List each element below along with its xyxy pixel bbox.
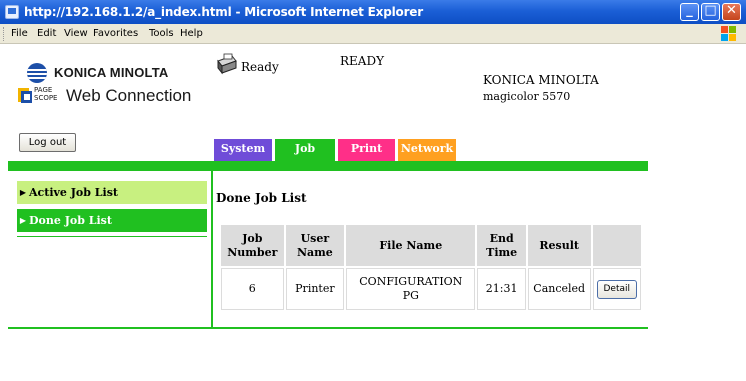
table-row: 6 Printer CONFIGURATION PG 21:31 Cancele… bbox=[221, 268, 641, 310]
cell-user-name: Printer bbox=[285, 268, 345, 310]
title-bar: http://192.168.1.2/a_index.html - Micros… bbox=[0, 0, 746, 24]
footer-divider bbox=[8, 327, 648, 329]
cell-result: Canceled bbox=[527, 268, 591, 310]
table-header-row: Job Number User Name File Name End Time … bbox=[221, 225, 641, 266]
header-text: User bbox=[300, 231, 330, 245]
done-job-table: Job Number User Name File Name End Time … bbox=[219, 223, 643, 312]
printer-status-message: READY bbox=[340, 54, 385, 68]
close-button[interactable]: ✕ bbox=[722, 3, 741, 21]
header-text: Time bbox=[486, 245, 518, 259]
menu-help[interactable]: Help bbox=[180, 28, 203, 39]
sidebar-item-active-job-list[interactable]: ▶ Active Job List bbox=[17, 181, 207, 204]
header-text: End bbox=[489, 231, 514, 245]
minimize-button[interactable]: _ bbox=[680, 3, 699, 21]
cell-detail: Detail bbox=[592, 268, 641, 310]
maximize-button[interactable]: □ bbox=[701, 3, 720, 21]
sidebar-item-label: Done Job List bbox=[29, 214, 112, 227]
sidebar-item-done-job-list[interactable]: ▶ Done Job List bbox=[17, 209, 207, 232]
tab-print[interactable]: Print bbox=[338, 139, 395, 161]
column-header-file-name: File Name bbox=[346, 225, 476, 266]
web-connection-title: Web Connection bbox=[66, 86, 192, 105]
header-text: Name bbox=[296, 245, 333, 259]
tab-system[interactable]: System bbox=[214, 139, 272, 161]
cell-file-name: CONFIGURATION PG bbox=[346, 268, 476, 310]
menu-file[interactable]: File bbox=[11, 28, 28, 39]
sidebar-item-label: Active Job List bbox=[29, 186, 118, 199]
menu-tools[interactable]: Tools bbox=[149, 28, 174, 39]
logout-button[interactable]: Log out bbox=[19, 133, 76, 152]
menu-favorites[interactable]: Favorites bbox=[93, 28, 138, 39]
maximize-icon: □ bbox=[704, 3, 717, 18]
tab-job[interactable]: Job bbox=[275, 139, 335, 161]
device-maker: KONICA MINOLTA bbox=[483, 73, 599, 87]
tab-underline-bar bbox=[8, 161, 648, 171]
pagescope-wordmark: PAGE SCOPE bbox=[34, 86, 58, 102]
column-header-user-name: User Name bbox=[285, 225, 345, 266]
page-title: Done Job List bbox=[216, 191, 307, 205]
toolbar-grip[interactable] bbox=[3, 27, 6, 41]
file-name-line: CONFIGURATION bbox=[359, 275, 463, 288]
triangle-right-icon: ▶ bbox=[19, 187, 27, 197]
cell-job-number: 6 bbox=[221, 268, 284, 310]
detail-button[interactable]: Detail bbox=[596, 279, 637, 299]
printer-status: Ready bbox=[241, 60, 279, 74]
sidebar-vertical-divider bbox=[211, 171, 213, 327]
menu-bar: File Edit View Favorites Tools Help bbox=[0, 24, 746, 44]
menu-edit[interactable]: Edit bbox=[37, 28, 56, 39]
header-text: Number bbox=[227, 245, 278, 259]
cell-end-time: 21:31 bbox=[477, 268, 526, 310]
windows-logo-icon bbox=[721, 26, 737, 42]
ie-page-icon bbox=[5, 5, 19, 19]
file-name-line: PG bbox=[402, 289, 419, 302]
pagescope-top: PAGE bbox=[34, 86, 53, 94]
column-header-end-time: End Time bbox=[477, 225, 526, 266]
printer-status-icon bbox=[217, 53, 237, 75]
sidebar-divider bbox=[17, 236, 207, 237]
device-model: magicolor 5570 bbox=[483, 90, 571, 103]
window-title: http://192.168.1.2/a_index.html - Micros… bbox=[24, 5, 423, 19]
konica-minolta-logo-icon bbox=[27, 63, 47, 83]
column-header-job-number: Job Number bbox=[221, 225, 284, 266]
column-header-detail bbox=[592, 225, 641, 266]
header-text: Job bbox=[242, 231, 263, 245]
menu-view[interactable]: View bbox=[64, 28, 88, 39]
brand-name: KONICA MINOLTA bbox=[54, 65, 169, 80]
close-icon: ✕ bbox=[726, 3, 737, 18]
minimize-icon: _ bbox=[686, 3, 693, 18]
tab-network[interactable]: Network bbox=[398, 139, 456, 161]
column-header-result: Result bbox=[527, 225, 591, 266]
pagescope-bottom: SCOPE bbox=[34, 94, 58, 102]
triangle-right-icon: ▶ bbox=[19, 215, 27, 225]
